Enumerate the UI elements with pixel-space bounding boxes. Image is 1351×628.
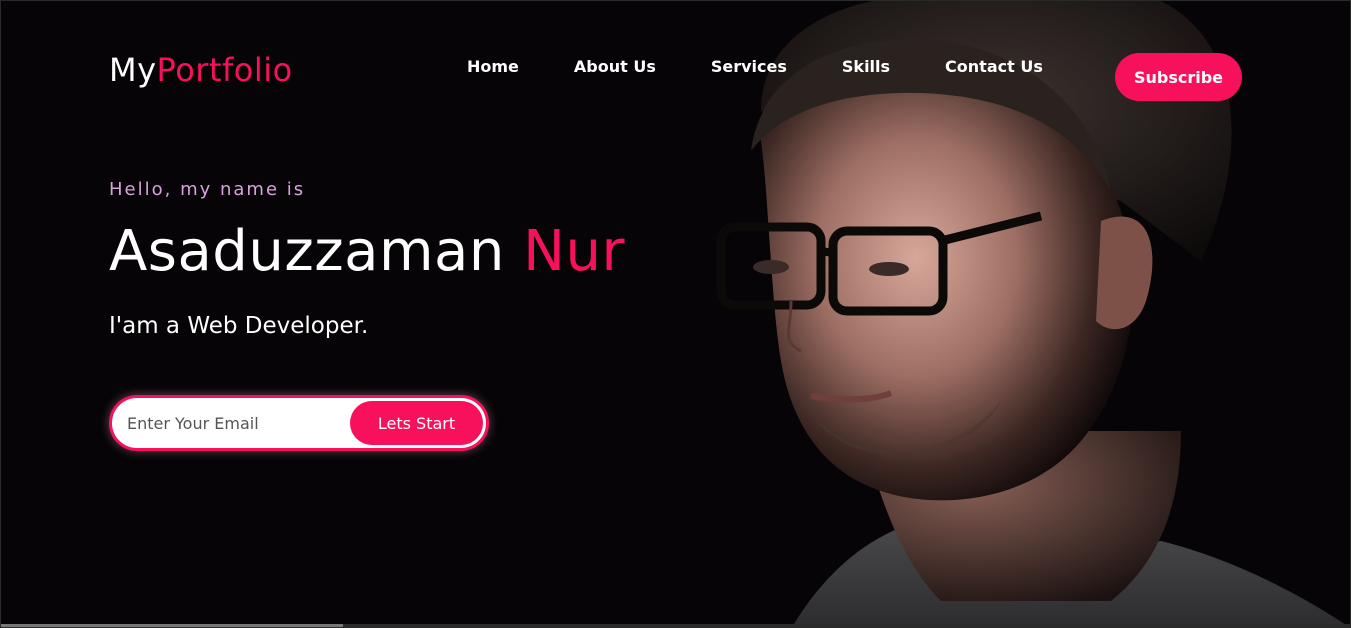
email-signup-form: Lets Start [109, 395, 489, 451]
nav-item-about-us[interactable]: About Us [574, 57, 656, 76]
hero-role: I'am a Web Developer. [109, 313, 369, 339]
nav-item-skills[interactable]: Skills [842, 57, 890, 76]
horizontal-scrollbar[interactable] [1, 624, 1350, 627]
brand-logo-first: My [109, 51, 157, 89]
hero-first-name: Asaduzzaman [109, 219, 505, 284]
lets-start-button[interactable]: Lets Start [350, 401, 483, 445]
email-input[interactable] [112, 413, 347, 433]
hero-last-name: Nur [523, 219, 626, 284]
page: MyPortfolio Home About Us Services Skill… [0, 0, 1351, 628]
scrollbar-thumb[interactable] [1, 624, 343, 627]
nav-item-services[interactable]: Services [711, 57, 787, 76]
hero-portrait-image [641, 1, 1350, 627]
subscribe-button[interactable]: Subscribe [1115, 53, 1242, 101]
hero-name: Asaduzzaman Nur [109, 219, 625, 284]
main-nav: Home About Us Services Skills Contact Us [467, 57, 1043, 76]
nav-item-home[interactable]: Home [467, 57, 519, 76]
brand-logo-second: Portfolio [156, 51, 293, 89]
nav-item-contact-us[interactable]: Contact Us [945, 57, 1043, 76]
brand-logo[interactable]: MyPortfolio [109, 51, 293, 89]
hero-greeting: Hello, my name is [109, 179, 306, 200]
